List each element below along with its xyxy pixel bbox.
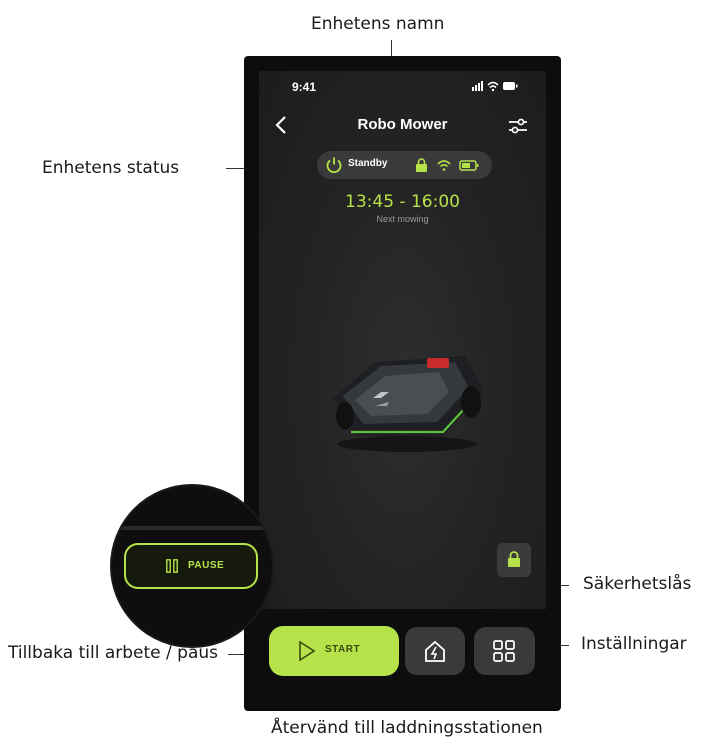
pause-label: PAUSE [188, 560, 225, 571]
annotation-device-name: Enhetens namn [311, 14, 445, 34]
annotation-return-to-station: Återvänd till laddningsstationen [271, 718, 543, 738]
device-status-pill: Standby [317, 151, 492, 179]
annotation-settings: Inställningar [581, 634, 687, 654]
power-icon [326, 157, 342, 174]
return-to-station-button[interactable] [405, 627, 465, 675]
status-bar-time: 9:41 [292, 80, 317, 94]
pause-icon [166, 559, 178, 573]
status-bar-icons [472, 80, 518, 95]
grid-icon [493, 640, 515, 662]
play-icon [299, 640, 316, 662]
settings-grid-button[interactable] [474, 627, 535, 675]
callout-divider [112, 526, 272, 530]
sliders-icon [509, 118, 527, 134]
device-settings-button[interactable] [508, 118, 528, 134]
annotation-device-status: Enhetens status [42, 158, 180, 178]
signal-wifi-battery-icon [472, 81, 518, 92]
status-label: Standby [348, 158, 388, 169]
start-label: START [325, 644, 361, 655]
app-screen: 9:41 Robo Mower Standby 13:45 - 16:00 Ne… [259, 71, 546, 609]
status-bar: 9:41 [259, 71, 546, 105]
security-lock-button[interactable] [497, 543, 531, 577]
schedule-caption: Next mowing [376, 214, 429, 224]
lock-wifi-battery-status-icons [416, 158, 479, 172]
home-charging-icon [425, 640, 445, 662]
phone-frame: 9:41 Robo Mower Standby 13:45 - 16:00 Ne… [244, 56, 561, 711]
callout-pointer [245, 585, 283, 623]
schedule-time-range: 13:45 - 16:00 [345, 192, 460, 212]
pause-button[interactable]: PAUSE [124, 543, 258, 589]
robot-mower-image [333, 356, 483, 452]
annotation-security-lock: Säkerhetslås [583, 574, 692, 594]
lock-icon [508, 551, 520, 567]
start-button[interactable]: START [269, 626, 399, 676]
device-title: Robo Mower [357, 116, 448, 133]
